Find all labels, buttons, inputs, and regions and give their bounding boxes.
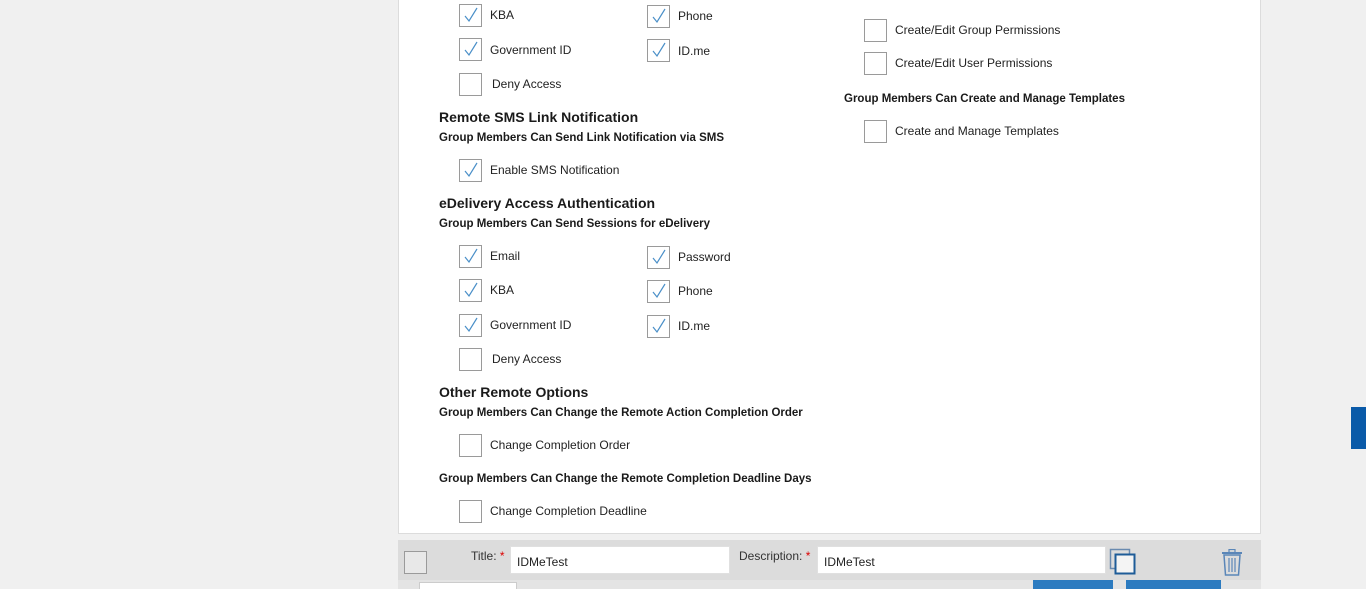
bottom-form-bar: Title: * IDMeTest Description: * IDMeTes…: [398, 540, 1261, 580]
checkmark-icon: [652, 318, 666, 334]
copy-icon[interactable]: [1109, 548, 1137, 576]
deny-access-label: Deny Access: [492, 77, 562, 91]
idme-checkbox[interactable]: [647, 39, 670, 62]
enable-sms-label: Enable SMS Notification: [490, 163, 620, 177]
edelivery-phone-label: Phone: [678, 284, 713, 298]
edelivery-phone-checkbox[interactable]: [647, 280, 670, 303]
edelivery-idme-checkbox[interactable]: [647, 315, 670, 338]
edelivery-email-checkbox[interactable]: [459, 245, 482, 268]
checkmark-icon: [464, 282, 478, 298]
manage-templates-checkbox[interactable]: [864, 120, 887, 143]
phone-checkbox[interactable]: [647, 5, 670, 28]
required-mark: *: [499, 549, 505, 563]
idme-label: ID.me: [678, 44, 711, 58]
edelivery-password-label: Password: [678, 250, 731, 264]
edelivery-kba-label: KBA: [490, 283, 515, 297]
change-completion-order-label: Change Completion Order: [490, 438, 631, 452]
edit-user-permissions-checkbox[interactable]: [864, 52, 887, 75]
edelivery-government-id-checkbox[interactable]: [459, 314, 482, 337]
checkmark-icon: [652, 283, 666, 299]
edit-group-permissions-checkbox[interactable]: [864, 19, 887, 42]
deny-access-checkbox[interactable]: [459, 73, 482, 96]
trash-icon[interactable]: [1220, 549, 1244, 576]
kba-checkbox[interactable]: [459, 4, 482, 27]
checkmark-icon: [652, 249, 666, 265]
change-completion-deadline-label: Change Completion Deadline: [490, 504, 647, 518]
edelivery-section-subtitle: Group Members Can Send Sessions for eDel…: [439, 218, 710, 230]
government-id-label: Government ID: [490, 43, 572, 57]
change-completion-order-checkbox[interactable]: [459, 434, 482, 457]
title-label: Title: *: [471, 549, 505, 563]
edelivery-section-title: eDelivery Access Authentication: [439, 195, 656, 211]
checkmark-icon: [464, 248, 478, 264]
edelivery-government-id-label: Government ID: [490, 318, 572, 332]
completion-order-subtitle: Group Members Can Change the Remote Acti…: [439, 407, 803, 419]
permissions-panel: KBA Phone Government ID ID.me Deny Acces…: [398, 0, 1261, 534]
edelivery-idme-label: ID.me: [678, 319, 711, 333]
kba-label: KBA: [490, 8, 515, 22]
checkmark-icon: [464, 317, 478, 333]
edit-user-permissions-label: Create/Edit User Permissions: [895, 56, 1053, 70]
change-completion-deadline-checkbox[interactable]: [459, 500, 482, 523]
title-input[interactable]: IDMeTest: [510, 546, 730, 574]
edit-group-permissions-label: Create/Edit Group Permissions: [895, 23, 1061, 37]
checkmark-icon: [652, 8, 666, 24]
edelivery-password-checkbox[interactable]: [647, 246, 670, 269]
required-mark: *: [805, 549, 811, 563]
bottom-strip: [398, 580, 1261, 589]
phone-label: Phone: [678, 9, 713, 23]
description-input[interactable]: IDMeTest: [817, 546, 1106, 574]
checkmark-icon: [464, 162, 478, 178]
edelivery-kba-checkbox[interactable]: [459, 279, 482, 302]
completion-deadline-subtitle: Group Members Can Change the Remote Comp…: [439, 473, 812, 485]
description-label: Description: *: [739, 549, 810, 563]
side-panel-tab[interactable]: [1351, 407, 1366, 449]
title-label-text: Title:: [471, 549, 497, 563]
enable-sms-checkbox[interactable]: [459, 159, 482, 182]
sms-section-subtitle: Group Members Can Send Link Notification…: [439, 132, 724, 144]
edelivery-email-label: Email: [490, 249, 521, 263]
checkmark-icon: [652, 42, 666, 58]
other-section-title: Other Remote Options: [439, 384, 589, 400]
manage-templates-label: Create and Manage Templates: [895, 124, 1059, 138]
checkmark-icon: [464, 41, 478, 57]
sms-section-title: Remote SMS Link Notification: [439, 109, 639, 125]
cancel-button-stub[interactable]: [1126, 580, 1221, 589]
tab-stub[interactable]: [419, 582, 517, 589]
government-id-checkbox[interactable]: [459, 38, 482, 61]
save-button-stub[interactable]: [1033, 580, 1113, 589]
edelivery-deny-access-label: Deny Access: [492, 352, 562, 366]
edelivery-deny-access-checkbox[interactable]: [459, 348, 482, 371]
description-label-text: Description:: [739, 549, 803, 563]
templates-subtitle: Group Members Can Create and Manage Temp…: [844, 93, 1125, 105]
checkmark-icon: [464, 7, 478, 23]
row-select-checkbox[interactable]: [404, 551, 427, 574]
